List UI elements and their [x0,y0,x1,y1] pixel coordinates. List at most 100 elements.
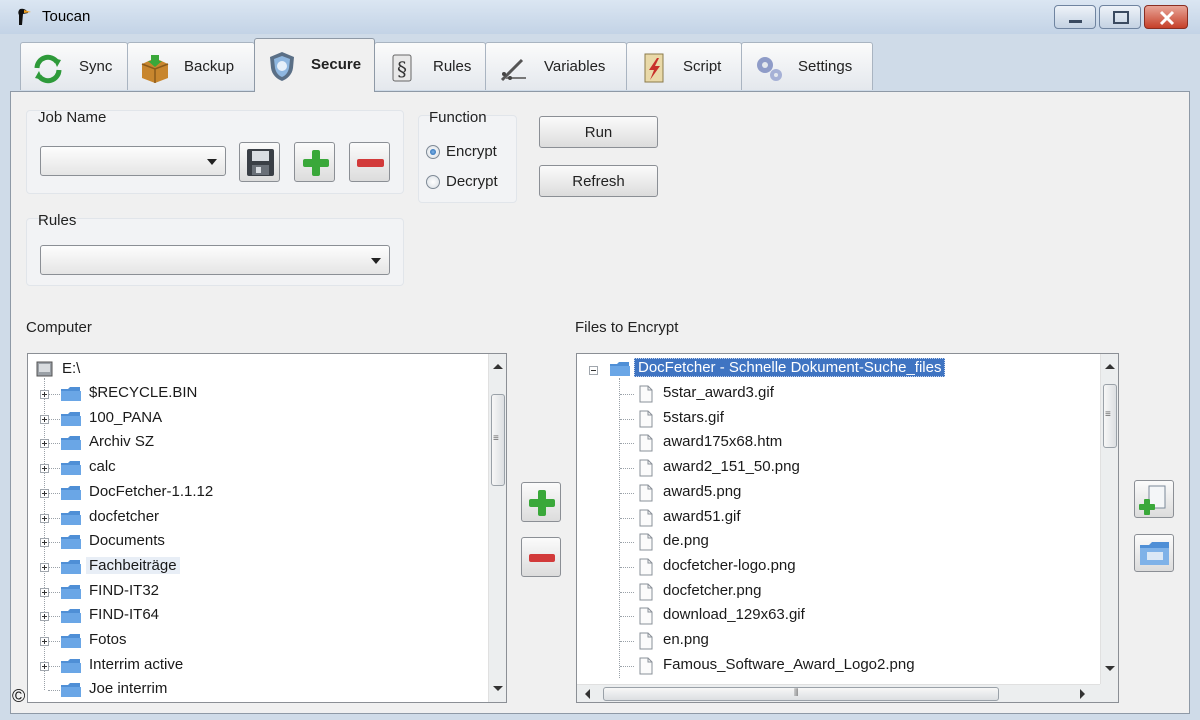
tree-item[interactable]: Interrim active [28,654,506,678]
file-item[interactable]: docfetcher.png [577,580,1118,604]
file-item[interactable]: 5star_award3.gif [577,382,1118,406]
file-item[interactable]: award5.png [577,481,1118,505]
tree-item-label: calc [89,458,116,476]
tree-item[interactable]: calc [28,456,506,480]
scroll-left-icon[interactable] [585,689,590,699]
scroll-right-icon[interactable] [1080,689,1085,699]
file-icon [639,484,653,502]
file-item-label: 5star_award3.gif [663,384,774,401]
tree-guide [48,690,60,692]
file-item[interactable]: award175x68.htm [577,431,1118,455]
tab-backup[interactable]: Backup [127,42,255,90]
variables-icon [500,58,526,82]
grip-icon: ≡ [493,433,499,444]
add-to-files-button[interactable] [521,482,561,522]
folder-icon [61,609,81,624]
file-item[interactable]: download_129x63.gif [577,604,1118,628]
tree-guide [620,566,634,568]
files-tree-hscrollbar[interactable]: ⦀ [577,684,1100,702]
tree-guide [48,394,60,395]
rules-dropdown[interactable] [40,245,390,275]
file-item[interactable]: en.png [577,629,1118,653]
folder-icon [61,634,81,648]
scroll-down-icon[interactable] [1105,666,1115,671]
tree-item[interactable]: Archiv SZ [28,431,506,455]
window-title: Toucan [42,8,91,25]
file-item[interactable]: award2_151_50.png [577,456,1118,480]
minimize-button[interactable] [1054,5,1096,29]
close-icon [1159,10,1175,26]
computer-label: Computer [26,319,92,336]
tree-item-label: FIND-IT64 [89,606,160,624]
file-item-label: en.png [663,631,709,648]
maximize-button[interactable] [1099,5,1141,29]
tree-item[interactable]: Fotos [28,629,506,653]
tree-item-label: Archiv SZ [89,433,155,451]
job-name-dropdown[interactable] [40,146,226,176]
tab-variables[interactable]: Variables [485,42,627,90]
file-icon [639,632,653,650]
drive-icon [36,361,53,377]
run-button[interactable]: Run [539,116,658,148]
tree-item[interactable]: FIND-IT32 [28,580,506,604]
tree-guide [48,542,60,544]
grip-icon: ⦀ [794,688,799,699]
tab-script[interactable]: Script [626,42,742,90]
file-item[interactable]: award51.gif [577,506,1118,530]
files-tree[interactable]: DocFetcher - Schnelle Dokument-Suche_fil… [576,353,1119,703]
tree-item-label: DocFetcher-1.1.12 [89,482,214,500]
tree-item[interactable]: 100_PANA [28,407,506,431]
file-item[interactable]: 5stars.gif [577,407,1118,431]
tree-guide [620,591,634,593]
tree-item[interactable]: $RECYCLE.BIN [28,382,506,406]
tree-guide [620,616,634,618]
file-item[interactable]: Famous_Software_Award_Logo2.png [577,654,1118,678]
tree-item[interactable]: Fachbeiträge [28,555,506,579]
file-icon [639,583,653,601]
tree-item[interactable]: FIND-IT64 [28,604,506,628]
decrypt-radio[interactable] [426,175,440,189]
files-root[interactable]: DocFetcher - Schnelle Dokument-Suche_fil… [634,358,946,377]
scroll-up-icon[interactable] [493,364,503,369]
encrypt-radio[interactable] [426,145,440,159]
computer-tree-scrollbar[interactable]: ≡ [488,354,506,702]
file-item[interactable]: docfetcher-logo.png [577,555,1118,579]
collapse-toggle[interactable] [589,366,598,375]
tree-item[interactable]: DocFetcher-1.1.12 [28,481,506,505]
close-button[interactable] [1144,5,1188,29]
folder-icon [610,362,630,376]
add-file-button[interactable] [1134,480,1174,518]
add-job-button[interactable] [294,142,335,182]
computer-tree[interactable]: E:\ $RECYCLE.BIN 100_PANA Archiv SZ calc Doc… [27,353,507,703]
files-label: Files to Encrypt [575,319,679,336]
sync-icon [34,54,62,84]
add-folder-button[interactable] [1134,534,1174,572]
tab-sync[interactable]: Sync [20,42,128,90]
scroll-up-icon[interactable] [1105,364,1115,369]
tree-item[interactable]: Joe interrim [28,678,506,702]
files-tree-vscrollbar[interactable]: ≡ [1100,354,1118,684]
gears-icon [757,57,782,81]
tab-rules[interactable]: § Rules [374,42,486,90]
hscrollbar-thumb[interactable]: ⦀ [603,687,999,701]
remove-job-button[interactable] [349,142,390,182]
shield-icon [270,52,294,81]
tree-item[interactable]: Documents [28,530,506,554]
scrollbar-thumb[interactable]: ≡ [1103,384,1117,448]
remove-from-files-button[interactable] [521,537,561,577]
svg-text:§: § [397,57,407,81]
file-item[interactable]: de.png [577,530,1118,554]
tree-guide [620,443,634,445]
scrollbar-thumb[interactable]: ≡ [491,394,505,486]
rules-label: Rules [38,212,77,229]
tab-secure[interactable]: Secure [254,38,375,92]
tab-settings[interactable]: Settings [741,42,873,90]
scroll-down-icon[interactable] [493,686,503,691]
tree-item[interactable]: docfetcher [28,506,506,530]
refresh-button[interactable]: Refresh [539,165,658,197]
toucan-app-icon [18,8,31,25]
maximize-icon [1113,11,1129,24]
computer-root[interactable]: E:\ [62,360,80,377]
save-job-button[interactable] [239,142,280,182]
scroll-corner [1100,684,1118,702]
